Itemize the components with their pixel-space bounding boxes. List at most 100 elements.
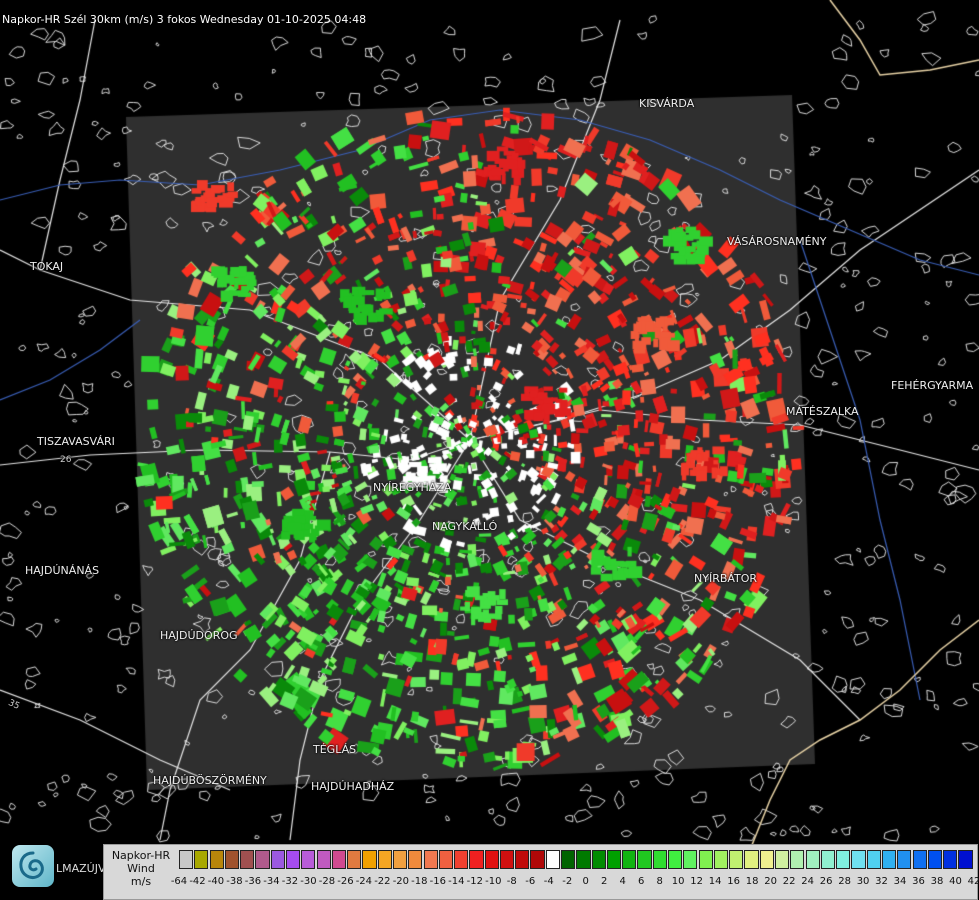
legend-swatch bbox=[469, 850, 484, 869]
place-label-tiszavasvari: TISZAVASVÁRI bbox=[37, 435, 115, 448]
legend-tick-label: -16 bbox=[429, 876, 446, 887]
legend-tick-label: -6 bbox=[525, 876, 536, 887]
legend-tick-label: 32 bbox=[875, 876, 888, 887]
legend-tick-label: 18 bbox=[745, 876, 759, 887]
legend-tick-label: -26 bbox=[337, 876, 354, 887]
legend-tick-label: -28 bbox=[318, 876, 336, 887]
legend-swatch bbox=[820, 850, 835, 869]
legend-title-line1: Napkor-HR bbox=[111, 849, 171, 862]
legend-swatch bbox=[499, 850, 515, 869]
legend-tick-label: -10 bbox=[485, 876, 502, 887]
legend-tick-label: -20 bbox=[392, 876, 410, 887]
place-label-hajduhadhaz: HAJDÚHADHÁZ bbox=[311, 780, 395, 793]
legend-swatch bbox=[912, 850, 927, 869]
legend-swatch bbox=[805, 850, 820, 869]
legend-tick-label: 30 bbox=[856, 876, 870, 887]
place-label-hajduboszormeny: HAJDÚBÖSZÖRMÉNY bbox=[153, 774, 267, 787]
legend-swatch bbox=[637, 850, 652, 869]
weather-logo-icon bbox=[12, 845, 54, 887]
place-label-nyirbator: NYÍRBÁTOR bbox=[694, 572, 758, 585]
legend-tick-label: 6 bbox=[638, 876, 645, 887]
legend-title-line3: m/s bbox=[130, 875, 152, 888]
legend-swatch bbox=[408, 850, 423, 869]
legend-swatch bbox=[301, 850, 316, 869]
legend-swatch bbox=[347, 850, 362, 869]
legend-tick-label: 2 bbox=[601, 876, 608, 887]
legend-swatch bbox=[179, 850, 194, 869]
legend-swatch bbox=[698, 850, 713, 869]
legend-tick-label: -24 bbox=[355, 876, 373, 887]
legend-swatch bbox=[240, 850, 255, 869]
legend-tick-label: 22 bbox=[782, 876, 796, 887]
legend-tick-label: -2 bbox=[562, 876, 573, 887]
place-label-teglas: TÉGLÁS bbox=[313, 743, 357, 756]
radar-map[interactable] bbox=[0, 0, 979, 900]
legend-tick-label: 0 bbox=[582, 876, 589, 887]
legend-swatch bbox=[851, 850, 866, 869]
place-label-hajdudorog: HAJDÚDOROG bbox=[160, 629, 238, 642]
legend-swatch bbox=[729, 850, 744, 869]
legend-swatch bbox=[438, 850, 453, 869]
legend-tick-label: -40 bbox=[207, 876, 225, 887]
place-label-vasarosnameny: VÁSÁROSNAMÉNY bbox=[727, 235, 827, 248]
legend-swatch bbox=[606, 850, 622, 869]
legend-tick-label: 40 bbox=[949, 876, 962, 887]
legend-tick-label: -42 bbox=[189, 876, 206, 887]
legend-swatch bbox=[561, 850, 576, 869]
place-label-kisvarda: KISVÁRDA bbox=[639, 97, 695, 110]
legend-swatch bbox=[316, 850, 331, 869]
legend-swatch bbox=[897, 850, 912, 869]
legend-swatch bbox=[958, 850, 973, 869]
legend-swatch bbox=[790, 850, 805, 869]
legend-swatch bbox=[881, 850, 897, 869]
legend-tick-label: -38 bbox=[226, 876, 243, 887]
legend-tick-label: 14 bbox=[708, 876, 722, 887]
legend-ticks: -64 -42 -40 -38 -36 -34 -32 -30 -28 -26 -24 -22 -20-… bbox=[171, 876, 979, 890]
legend-tick-label: 38 bbox=[930, 876, 944, 887]
legend-title: Napkor-HR Wind m/s bbox=[108, 849, 174, 888]
legend-tick-label: -22 bbox=[374, 876, 391, 887]
legend-swatch bbox=[576, 850, 591, 869]
legend-swatch bbox=[713, 850, 729, 869]
legend-swatch bbox=[285, 850, 301, 869]
legend-tick-label: 42 bbox=[967, 876, 979, 887]
legend-swatch bbox=[927, 850, 942, 869]
legend-swatch bbox=[774, 850, 790, 869]
legend-swatch bbox=[224, 850, 240, 869]
legend-tick-label: -32 bbox=[281, 876, 299, 887]
legend-swatch bbox=[530, 850, 545, 869]
legend-swatch bbox=[866, 850, 881, 869]
legend-swatch bbox=[683, 850, 698, 869]
legend-swatch bbox=[836, 850, 851, 869]
legend-swatch bbox=[194, 850, 209, 869]
place-label-hajdunanas: HAJDÚNÁNÁS bbox=[25, 564, 100, 577]
legend-swatch bbox=[652, 850, 667, 869]
legend-swatch bbox=[484, 850, 499, 869]
place-label-mateszalka: MÁTÉSZALKA bbox=[786, 405, 859, 418]
legend-tick-label: -18 bbox=[411, 876, 428, 887]
road-label-26: 26 bbox=[60, 455, 72, 465]
legend-tick-label: 28 bbox=[838, 876, 851, 887]
place-label-nagykallo: NAGYKÁLLÓ bbox=[432, 520, 498, 533]
legend-swatch bbox=[668, 850, 683, 869]
legend-tick-label: -14 bbox=[448, 876, 465, 887]
legend-swatch bbox=[255, 850, 270, 869]
legend-tick-label: -4 bbox=[543, 876, 554, 887]
legend-tick-label: 16 bbox=[727, 876, 741, 887]
legend-tick-label: 8 bbox=[656, 876, 663, 887]
legend-swatch bbox=[759, 850, 774, 869]
legend-title-line2: Wind bbox=[127, 862, 155, 875]
legend-swatch bbox=[454, 850, 469, 869]
legend-tick-label: 26 bbox=[819, 876, 833, 887]
legend-swatch bbox=[943, 850, 958, 869]
map-title: Napkor-HR Szél 30km (m/s) 3 fokos Wednes… bbox=[2, 13, 367, 26]
legend-tick-label: 36 bbox=[912, 876, 925, 887]
legend-tick-label: -36 bbox=[244, 876, 262, 887]
legend-tick-label: -12 bbox=[466, 876, 483, 887]
legend-tick-label: 4 bbox=[619, 876, 626, 887]
legend-swatch bbox=[622, 850, 637, 869]
legend-swatch bbox=[423, 850, 438, 869]
place-label-nyiregyhaza: NYÍREGYHÁZA bbox=[373, 481, 452, 494]
legend-swatch bbox=[515, 850, 530, 869]
legend-tick-label: 10 bbox=[671, 876, 685, 887]
